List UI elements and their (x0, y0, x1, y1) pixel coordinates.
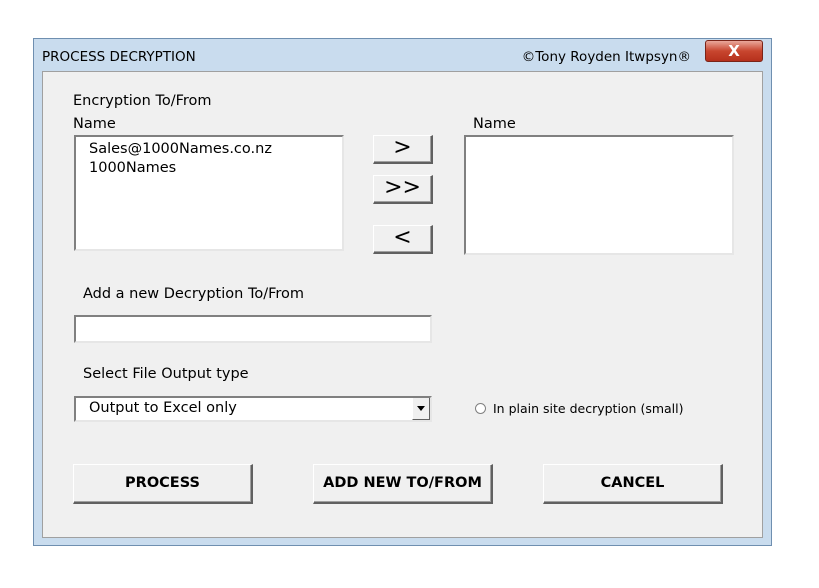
move-one-right-button[interactable]: > (373, 135, 433, 164)
dialog-body: Encryption To/From Name Sales@1000Names.… (42, 71, 763, 538)
plain-site-radio[interactable] (475, 403, 486, 414)
output-type-label: Select File Output type (83, 366, 249, 382)
add-new-label: Add a new Decryption To/From (83, 286, 305, 302)
close-icon: X (728, 42, 740, 60)
list-item[interactable]: 1000Names (76, 159, 342, 178)
output-type-select[interactable]: Output to Excel only (74, 396, 432, 422)
dialog-window: PROCESS DECRYPTION ©Tony Royden Itwpsyn®… (33, 38, 772, 546)
process-button[interactable]: PROCESS (73, 464, 253, 504)
plain-site-radio-label[interactable]: In plain site decryption (small) (493, 401, 684, 416)
move-one-left-button[interactable]: < (373, 225, 433, 254)
dropdown-button[interactable] (412, 398, 430, 420)
chevron-down-icon (417, 406, 425, 411)
title-bar[interactable]: PROCESS DECRYPTION ©Tony Royden Itwpsyn®… (34, 39, 771, 71)
encryption-section-label: Encryption To/From (73, 93, 212, 109)
window-title: PROCESS DECRYPTION (42, 49, 196, 65)
add-new-to-from-button[interactable]: ADD NEW TO/FROM (313, 464, 493, 504)
output-type-selected: Output to Excel only (89, 400, 237, 416)
left-list-header: Name (73, 116, 116, 132)
right-name-list[interactable] (464, 135, 734, 255)
move-all-right-button[interactable]: >> (373, 175, 433, 204)
right-list-header: Name (473, 116, 516, 132)
add-new-input[interactable] (74, 315, 432, 343)
close-button[interactable]: X (705, 40, 763, 62)
left-name-list[interactable]: Sales@1000Names.co.nz 1000Names (74, 135, 344, 251)
list-item[interactable]: Sales@1000Names.co.nz (76, 140, 342, 159)
copyright-text: ©Tony Royden Itwpsyn® (521, 49, 691, 65)
cancel-button[interactable]: CANCEL (543, 464, 723, 504)
